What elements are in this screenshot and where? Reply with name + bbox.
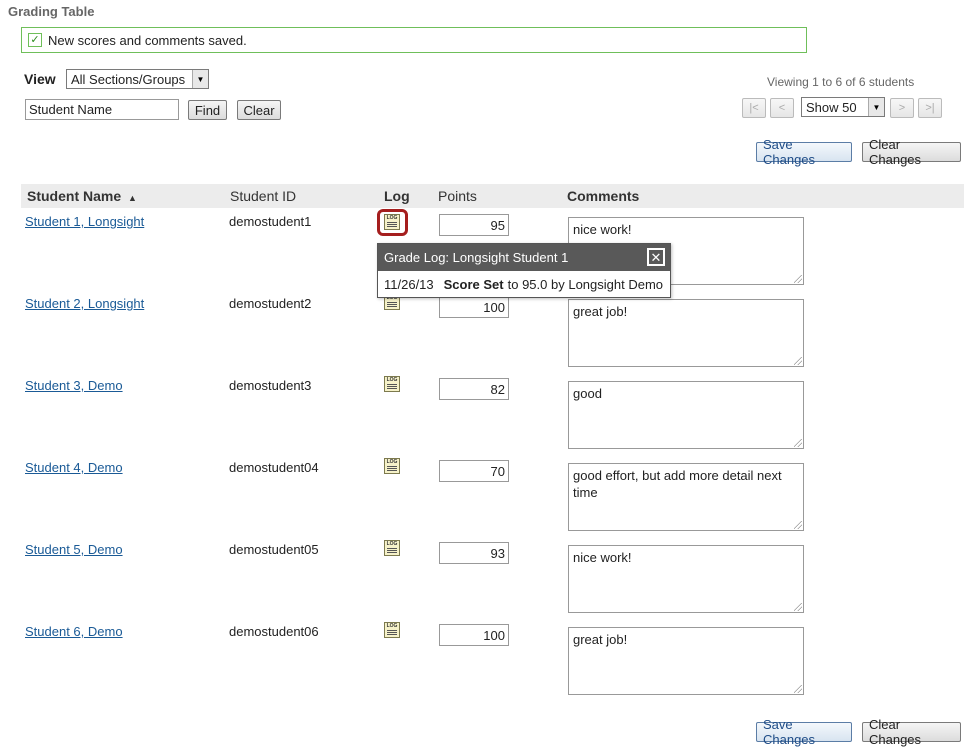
search-input[interactable] (25, 99, 179, 120)
header-comments: Comments (567, 188, 640, 204)
next-page-button[interactable]: > (890, 98, 914, 118)
grade-log-entry: 11/26/13 Score Set to 95.0 by Longsight … (378, 271, 670, 298)
find-button[interactable]: Find (188, 100, 227, 120)
points-input[interactable] (439, 296, 509, 318)
log-icon[interactable]: LOG (384, 622, 400, 638)
clear-changes-button-bottom[interactable]: Clear Changes (862, 717, 961, 747)
last-page-button[interactable]: >| (918, 98, 942, 118)
student-id: demostudent06 (229, 624, 319, 639)
checkmark-icon: ✓ (28, 33, 42, 47)
student-id: demostudent05 (229, 542, 319, 557)
log-icon[interactable]: LOG (384, 458, 400, 474)
success-message-text: New scores and comments saved. (48, 32, 247, 48)
log-entry-date: 11/26/13 (384, 277, 434, 292)
student-link[interactable]: Student 4, Demo (25, 460, 123, 475)
student-id: demostudent2 (229, 296, 312, 311)
grade-log-popup-title: Grade Log: Longsight Student 1 (384, 250, 569, 265)
clear-changes-button[interactable]: Clear Changes (862, 137, 961, 167)
comment-textarea[interactable]: good effort, but add more detail next ti… (568, 463, 804, 531)
clear-search-button[interactable]: Clear (237, 100, 281, 120)
save-changes-button-bottom[interactable]: Save Changes (756, 717, 852, 747)
log-icon[interactable]: LOG (384, 214, 400, 230)
table-header (21, 184, 964, 208)
comment-textarea[interactable]: great job! (568, 299, 804, 367)
page-size-value: Show 50 (806, 99, 857, 115)
points-input[interactable] (439, 624, 509, 646)
sections-select-value: All Sections/Groups (71, 71, 186, 87)
student-link[interactable]: Student 3, Demo (25, 378, 123, 393)
comment-textarea[interactable]: nice work! (568, 545, 804, 613)
points-input[interactable] (439, 214, 509, 236)
sections-select[interactable]: All Sections/Groups ▼ (66, 69, 209, 89)
viewing-count: Viewing 1 to 6 of 6 students (767, 75, 915, 89)
points-input[interactable] (439, 542, 509, 564)
student-link[interactable]: Student 6, Demo (25, 624, 123, 639)
log-icon[interactable]: LOG (384, 376, 400, 392)
student-id: demostudent3 (229, 378, 312, 393)
comment-textarea[interactable]: good (568, 381, 804, 449)
student-link[interactable]: Student 2, Longsight (25, 296, 144, 311)
student-link[interactable]: Student 5, Demo (25, 542, 123, 557)
view-label: View (24, 71, 56, 87)
page-size-select[interactable]: Show 50 ▼ (801, 97, 885, 117)
student-id: demostudent1 (229, 214, 312, 229)
chevron-down-icon: ▼ (868, 98, 884, 116)
save-changes-button[interactable]: Save Changes (756, 137, 852, 167)
student-link[interactable]: Student 1, Longsight (25, 214, 144, 229)
student-id: demostudent04 (229, 460, 319, 475)
header-points: Points (438, 188, 477, 204)
first-page-button[interactable]: |< (742, 98, 766, 118)
log-entry-action: Score Set (443, 277, 504, 292)
comment-textarea[interactable]: great job! (568, 627, 804, 695)
success-message: ✓ New scores and comments saved. (21, 27, 807, 53)
chevron-down-icon: ▼ (192, 70, 208, 88)
grade-log-popup-header: Grade Log: Longsight Student 1 (378, 244, 670, 271)
header-student-name[interactable]: Student Name ▲ (27, 188, 137, 204)
header-log: Log (384, 188, 410, 204)
page-title: Grading Table (8, 4, 95, 19)
log-entry-detail: to 95.0 by Longsight Demo (507, 277, 664, 292)
prev-page-button[interactable]: < (770, 98, 794, 118)
log-icon[interactable]: LOG (384, 540, 400, 556)
sort-ascending-icon: ▲ (128, 193, 137, 203)
points-input[interactable] (439, 460, 509, 482)
header-student-id: Student ID (230, 188, 297, 204)
grade-log-popup: Grade Log: Longsight Student 1 ✕ 11/26/1… (377, 243, 671, 298)
points-input[interactable] (439, 378, 509, 400)
close-icon[interactable]: ✕ (647, 248, 665, 266)
